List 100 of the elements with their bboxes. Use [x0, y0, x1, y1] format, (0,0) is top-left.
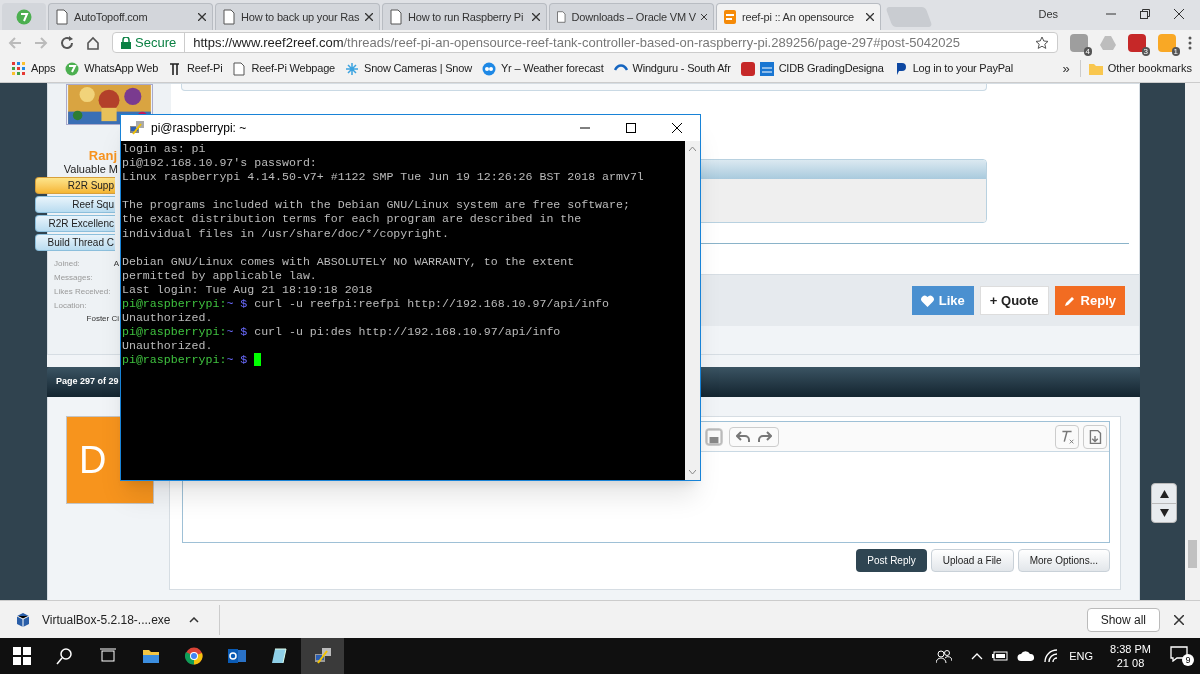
language-indicator[interactable]: ENG — [1069, 647, 1094, 665]
scrollbar[interactable] — [1185, 83, 1200, 600]
cloud-icon[interactable] — [1017, 650, 1036, 662]
folder-icon — [141, 647, 160, 665]
search-icon — [55, 647, 74, 665]
people-icon[interactable] — [936, 649, 953, 663]
menu-icon[interactable] — [1188, 35, 1192, 50]
bookmark[interactable]: CIDB GradingDesigna — [740, 60, 884, 77]
terminal-line: pi@raspberrypi:~ $ curl -u pi:des http://192.168.10.97/api/info — [122, 325, 562, 340]
restore-icon[interactable] — [1140, 9, 1150, 20]
tile-icon — [740, 61, 755, 76]
star-icon[interactable] — [1035, 35, 1049, 50]
bookmark[interactable]: Yr – Weather forecast — [481, 60, 604, 77]
lock-icon — [121, 36, 131, 49]
chevron-up-icon[interactable] — [971, 652, 984, 660]
notification-count: 9 — [1182, 654, 1194, 666]
bookmark[interactable]: WhatsApp Web — [65, 60, 159, 77]
page-icon — [222, 9, 236, 25]
url-text: https://www.reef2reef.com/threads/reef-pi-an-opensource-reef-tank-controller-based-on-raspberry-pi.289256/page-297#post-5042025 — [192, 33, 961, 52]
terminal-line: Last login: Tue Aug 21 18:19:18 2018 — [122, 282, 374, 298]
save-icon[interactable] — [705, 427, 723, 446]
terminal-line: login as: pi — [122, 142, 207, 157]
terminal-line: Unauthorized. — [122, 339, 214, 354]
scroll-up-icon[interactable] — [689, 146, 696, 151]
tab-title: Downloads – Oracle VM V — [571, 9, 696, 25]
scroll-down-icon[interactable] — [689, 470, 696, 475]
home-icon[interactable] — [86, 35, 100, 50]
extension-badge: 4 — [1083, 46, 1092, 56]
browser-tab[interactable]: AutoTopoff.com — [48, 3, 213, 30]
terminal-line: the exact distribution terms for each program are described in the — [122, 212, 583, 227]
notebook-icon — [270, 647, 289, 665]
mail-icon — [227, 647, 246, 665]
clock[interactable]: 8:38 PM 21 08 — [1110, 642, 1151, 670]
notifications-button[interactable]: 9 — [1170, 646, 1194, 666]
battery-icon[interactable] — [992, 651, 1009, 661]
show-all-button[interactable]: Show all — [1086, 607, 1160, 632]
page-icon — [723, 9, 737, 25]
page-icon — [232, 61, 247, 76]
close-icon[interactable] — [532, 13, 540, 21]
address-field[interactable]: Secure https://www.reef2reef.com/threads/reef-pi-an-opensource-reef-tank-controller-based-on-raspberry-pi.289256/page-297#post-5042025 — [112, 32, 1058, 53]
quote-button[interactable]: + Quote — [979, 286, 1049, 315]
reload-icon[interactable] — [60, 35, 74, 50]
logo-icon — [481, 61, 496, 76]
bookmark[interactable]: Reef-Pi — [168, 60, 223, 77]
browser-tab[interactable]: How to run Raspberry Pi — [382, 3, 547, 30]
close-icon[interactable] — [700, 13, 707, 21]
form-button[interactable]: Upload a File — [930, 549, 1014, 572]
terminal-line: permitted by applicable law. — [122, 268, 318, 283]
profile-name[interactable]: Des — [1038, 6, 1058, 23]
terminal-line: individual files in /usr/share/doc/*/copyright. — [122, 226, 450, 241]
stat-label: Joined: — [54, 258, 80, 270]
terminal-line: pi@raspberrypi:~ $ curl -u reefpi:reefpi http://192.168.10.97/api/info — [122, 297, 611, 312]
tab-title: reef-pi :: An opensource — [742, 9, 855, 25]
bookmark[interactable]: Reef-Pi Webpage — [232, 60, 336, 77]
windows-icon — [12, 647, 31, 665]
form-button[interactable]: Post Reply — [856, 549, 927, 572]
stat-label: Likes Received: — [54, 286, 111, 298]
page-icon — [389, 9, 403, 25]
computer-icon — [129, 120, 145, 136]
browser-icon — [184, 647, 203, 665]
bookmark[interactable]: Snow Cameras | Snow — [345, 60, 472, 77]
browser-tab[interactable]: How to back up your Ras — [215, 3, 380, 30]
bookmark[interactable]: Windguru - South Afr — [613, 60, 731, 77]
triangle-down-icon — [1159, 509, 1169, 517]
close-icon[interactable] — [1174, 614, 1184, 625]
scrollbar[interactable] — [685, 141, 700, 480]
terminal-line: Debian GNU/Linux comes with ABSOLUTELY NO WARRANTY, to the extent — [122, 254, 576, 269]
close-icon[interactable] — [866, 13, 874, 21]
cube-icon — [16, 611, 30, 628]
browser-tab[interactable]: Downloads – Oracle VM V — [549, 3, 714, 30]
close-icon[interactable] — [1174, 9, 1184, 20]
tab-title: How to run Raspberry Pi — [408, 9, 525, 25]
bookmark-folder[interactable]: Other bookmarks — [1079, 60, 1192, 77]
heart-icon — [920, 294, 934, 307]
stat-value: A — [113, 258, 119, 270]
undo-icon[interactable] — [736, 430, 750, 443]
clear-format-icon[interactable] — [1055, 424, 1079, 449]
user-badge: Build Thread C — [35, 234, 115, 251]
overflow-chevron[interactable]: » — [1062, 58, 1070, 79]
redo-icon[interactable] — [758, 430, 772, 443]
bookmark[interactable]: Log in to your PayPal — [893, 60, 1014, 77]
terminal-line: The programs included with the Debian GNU/Linux system are free software; — [122, 198, 631, 213]
page-icon — [556, 9, 567, 25]
chat-icon — [16, 8, 32, 25]
terminal-line: pi@raspberrypi:~ $ — [122, 353, 685, 368]
bookmark[interactable]: Apps — [12, 60, 56, 77]
computer-taskbar-button[interactable] — [301, 638, 344, 674]
close-icon[interactable] — [365, 13, 373, 21]
stat-label: Location: — [54, 300, 87, 312]
form-button[interactable]: More Options... — [1017, 549, 1110, 572]
extension-badge: 1 — [1171, 46, 1180, 56]
terminal-line: Linux raspberrypi 4.14.50-v7+ #1122 SMP Tue Jun 19 12:26:26 BST 2018 armv7l — [122, 170, 645, 185]
document-icon[interactable] — [1083, 424, 1107, 449]
window-title: pi@raspberrypi: ~ — [151, 120, 247, 137]
browser-tab[interactable]: reef-pi :: An opensource — [716, 3, 881, 30]
caret-icon — [188, 616, 199, 623]
page-count: Page 297 of 29 — [56, 375, 119, 389]
close-icon[interactable] — [198, 13, 206, 21]
file-name: VirtualBox-5.2.18-....exe — [42, 611, 171, 629]
download-item[interactable]: VirtualBox-5.2.18-....exe — [16, 604, 220, 635]
